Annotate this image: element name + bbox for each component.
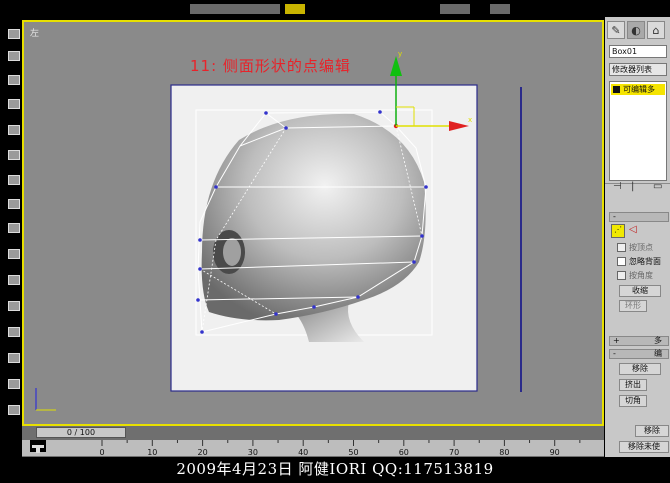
track-tick-label: 0 [99, 448, 105, 457]
checkbox-label: 按顶点 [629, 243, 653, 252]
tool-icon[interactable] [8, 150, 20, 160]
pin-stack-icon[interactable]: ⊣ [613, 181, 622, 192]
track-ticks [101, 440, 581, 446]
toolbar-fragment [440, 4, 470, 14]
object-name-field[interactable]: Box01 [609, 45, 667, 58]
toolbar-fragment [190, 4, 280, 14]
modifier-list-dropdown[interactable]: 修改器列表 [609, 63, 667, 76]
top-toolbar-strip [0, 0, 670, 17]
tool-icon[interactable] [8, 275, 20, 285]
checkbox-label: 忽略背面 [629, 257, 661, 266]
tool-icon[interactable] [8, 301, 20, 311]
create-tab-icon[interactable]: ✎ [607, 21, 625, 39]
track-tick-label: 80 [499, 448, 510, 457]
left-toolbar [0, 17, 22, 437]
viewport-scene[interactable]: y x [24, 22, 602, 424]
track-tick-label: 70 [449, 448, 460, 457]
tool-icon[interactable] [8, 125, 20, 135]
rollout-sign: - [613, 349, 616, 358]
toolbar-fragment [285, 4, 305, 14]
stack-item-editable-poly[interactable]: 可编辑多 [611, 84, 665, 95]
track-tick-label: 20 [197, 448, 208, 457]
ear-inner [223, 238, 241, 266]
track-tick-label: 10 [147, 448, 158, 457]
axis-tripod-icon [35, 388, 56, 411]
track-tick-label: 60 [398, 448, 409, 457]
gizmo-x-label: x [468, 116, 472, 124]
key-mode-icon[interactable] [30, 440, 46, 453]
tool-icon[interactable] [8, 353, 20, 363]
edge-mode-icon[interactable]: ◁ [629, 224, 643, 238]
by-angle-checkbox[interactable]: 按角度 [617, 270, 653, 281]
tool-icon[interactable] [8, 223, 20, 233]
track-tick-label: 50 [348, 448, 359, 457]
rollout-title: 编 [654, 349, 662, 358]
remove-isolated-button[interactable]: 移除 [635, 425, 669, 437]
vertex-mode-icon[interactable]: ⋰ [611, 224, 625, 238]
tool-icon[interactable] [8, 51, 20, 61]
ring-button[interactable]: 环形 [619, 300, 647, 312]
tool-icon[interactable] [8, 75, 20, 85]
timeline-bar: 0 / 100 0 10 20 30 40 50 60 70 80 90 [22, 426, 604, 457]
footer-caption: 2009年4月23日 阿健IORI QQ:117513819 [0, 457, 670, 483]
left-viewport[interactable]: 左 y x 11: 侧面形状的点编辑 [22, 20, 604, 426]
by-vertex-checkbox[interactable]: 按顶点 [617, 242, 653, 253]
track-tick-label: 90 [549, 448, 560, 457]
remove-unused-button[interactable]: 移除未使 [619, 441, 669, 453]
panel-tab-row: ✎ ◐ ⌂ [607, 21, 667, 41]
tool-icon[interactable] [8, 29, 20, 39]
chamfer-button[interactable]: 切角 [619, 395, 647, 407]
track-tick-label: 30 [247, 448, 258, 457]
time-slider[interactable]: 0 / 100 [36, 427, 126, 438]
expand-icon[interactable] [613, 86, 620, 93]
rollout-title: 多 [654, 336, 662, 345]
modifier-stack[interactable]: 可编辑多 [609, 81, 667, 181]
tool-icon[interactable] [8, 175, 20, 185]
toolbar-fragment [490, 4, 510, 14]
show-end-result-icon[interactable]: | [631, 181, 634, 192]
modify-tab-icon[interactable]: ◐ [627, 21, 645, 39]
annotation-title: 11: 侧面形状的点编辑 [190, 57, 351, 75]
selection-rollout-header[interactable]: - [609, 212, 669, 222]
hierarchy-tab-icon[interactable]: ⌂ [647, 21, 665, 39]
configure-icon[interactable]: ▭ [653, 181, 662, 192]
ignore-backface-checkbox[interactable]: 忽略背面 [617, 256, 661, 267]
stack-item-label: 可编辑多 [623, 85, 655, 94]
tool-icon[interactable] [8, 249, 20, 259]
rollout-sign: + [613, 336, 620, 345]
remove-button[interactable]: 移除 [619, 363, 661, 375]
tool-icon[interactable] [8, 405, 20, 415]
soft-selection-rollout-header[interactable]: + 多 [609, 336, 669, 346]
tool-icon[interactable] [8, 379, 20, 389]
tool-icon[interactable] [8, 327, 20, 337]
shrink-button[interactable]: 收缩 [619, 285, 661, 297]
track-bar[interactable]: 0 10 20 30 40 50 60 70 80 90 [22, 440, 604, 457]
edit-vertices-rollout-header[interactable]: -编 [609, 349, 669, 359]
track-tick-label: 40 [298, 448, 309, 457]
gizmo-y-label: y [398, 50, 402, 58]
tool-icon[interactable] [8, 99, 20, 109]
tool-icon[interactable] [8, 199, 20, 209]
extrude-button[interactable]: 挤出 [619, 379, 647, 391]
command-panel: ✎ ◐ ⌂ Box01 修改器列表 可编辑多 ⊣ | ▭ - ⋰ ◁ 按顶点 忽… [605, 17, 670, 457]
checkbox-label: 按角度 [629, 271, 653, 280]
